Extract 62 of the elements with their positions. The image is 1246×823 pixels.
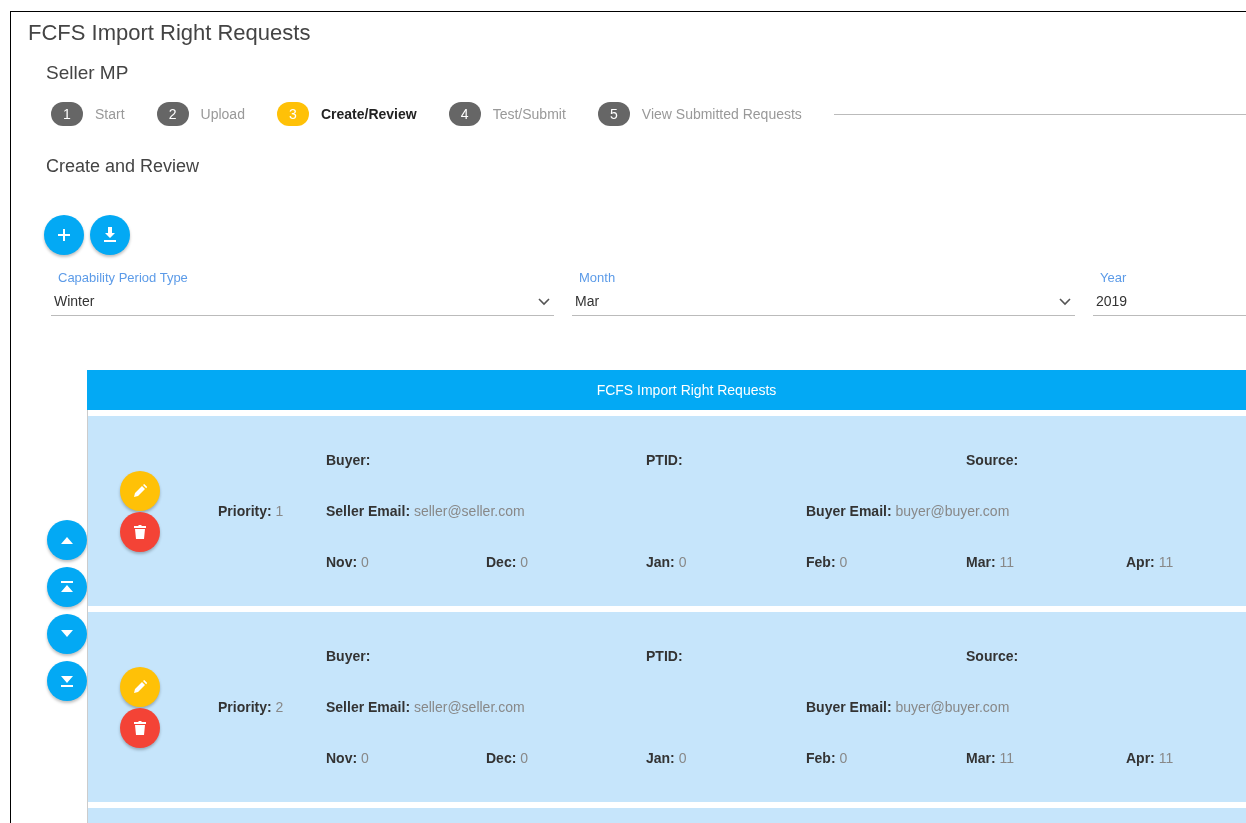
trash-icon <box>134 524 146 539</box>
field-label: PTID: <box>646 648 684 664</box>
add-button[interactable] <box>44 215 84 255</box>
email-field: Buyer Email: buyer@buyer.com <box>806 699 1126 715</box>
priority-field: Priority: 2 <box>218 699 326 715</box>
move-to-top-button[interactable] <box>47 567 87 607</box>
step-label[interactable]: Start <box>95 106 125 122</box>
triangle-up-icon <box>60 535 74 545</box>
month-value: Nov: 0 <box>326 554 370 570</box>
field-label: Buyer: <box>326 452 372 468</box>
month-value: Apr: 11 <box>1126 554 1175 570</box>
chevron-down-icon <box>1059 298 1071 306</box>
step-label[interactable]: Create/Review <box>320 106 417 122</box>
move-to-bottom-icon <box>60 674 74 688</box>
month-value: Feb: 0 <box>806 750 849 766</box>
delete-button[interactable] <box>120 707 160 748</box>
field-label: PTID: <box>646 452 684 468</box>
month-value: Apr: 11 <box>1126 750 1175 766</box>
step-label[interactable]: Test/Submit <box>492 106 566 122</box>
month-value: Mar: 11 <box>966 750 1015 766</box>
month-value: Feb: 0 <box>806 554 849 570</box>
trash-icon <box>134 720 146 735</box>
email-field: Seller Email: seller@seller.com <box>326 503 646 519</box>
chevron-down-icon <box>538 298 550 306</box>
select-field[interactable]: Capability Period Type Winter <box>51 269 554 316</box>
step-number[interactable]: 5 <box>597 102 630 126</box>
month-value: Dec: 0 <box>486 750 530 766</box>
field-label: Source: <box>966 648 1020 664</box>
pencil-icon <box>133 483 147 498</box>
month-value: Jan: 0 <box>646 554 688 570</box>
month-value: Nov: 0 <box>326 750 370 766</box>
text-field[interactable]: Year 2019 <box>1093 269 1246 316</box>
step-number[interactable]: 4 <box>448 102 481 126</box>
move-to-bottom-button[interactable] <box>47 661 87 701</box>
delete-button[interactable] <box>120 511 160 552</box>
field-label: Source: <box>966 452 1020 468</box>
move-to-top-icon <box>60 580 74 594</box>
step-label[interactable]: View Submitted Requests <box>641 106 802 122</box>
step-label[interactable]: Upload <box>200 106 245 122</box>
email-field: Seller Email: seller@seller.com <box>326 699 646 715</box>
move-down-button[interactable] <box>47 614 87 654</box>
priority-field: Priority: 1 <box>218 503 326 519</box>
month-value: Jan: 0 <box>646 750 688 766</box>
email-field: Buyer Email: buyer@buyer.com <box>806 503 1126 519</box>
edit-button[interactable] <box>120 666 160 707</box>
month-value: Mar: 11 <box>966 554 1015 570</box>
field-label: Buyer: <box>326 648 372 664</box>
select-field[interactable]: Month Mar <box>572 269 1075 316</box>
download-button[interactable] <box>90 215 130 255</box>
move-up-button[interactable] <box>47 520 87 560</box>
plus-icon <box>57 228 71 242</box>
page-title: FCFS Import Right Requests <box>27 19 312 46</box>
pencil-icon <box>133 679 147 694</box>
download-icon <box>103 227 117 243</box>
step-number[interactable]: 1 <box>51 102 83 126</box>
edit-button[interactable] <box>120 470 160 511</box>
month-value: Dec: 0 <box>486 554 530 570</box>
table-header: FCFS Import Right Requests <box>87 370 1246 410</box>
triangle-down-icon <box>60 629 74 639</box>
section-title: Create and Review <box>45 155 201 177</box>
subtitle: Seller MP <box>45 61 130 84</box>
step-number[interactable]: 2 <box>156 102 189 126</box>
